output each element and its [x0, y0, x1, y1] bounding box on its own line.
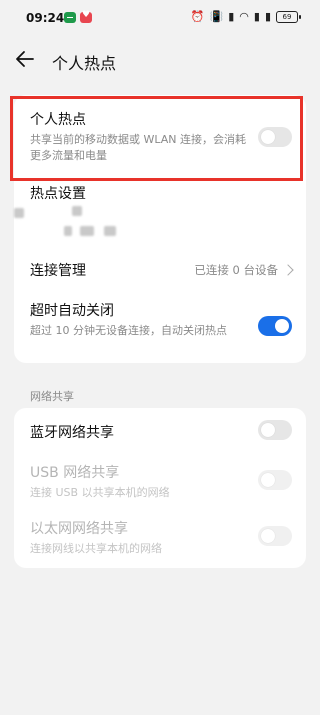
hotspot-settings-title: 热点设置 — [30, 186, 86, 202]
bluetooth-sharing-row[interactable]: 蓝牙网络共享 — [30, 422, 292, 442]
wifi-icon: ◠ — [239, 10, 249, 23]
page-title: 个人热点 — [52, 54, 117, 73]
usb-sharing-title: USB 网络共享 — [30, 465, 120, 481]
ethernet-sharing-subtitle: 连接网线以共享本机的网络 — [30, 542, 162, 555]
blurred-hotspot-password — [80, 226, 94, 236]
highlight-annotation — [10, 96, 303, 181]
bluetooth-sharing-title: 蓝牙网络共享 — [30, 425, 114, 441]
auto-off-row[interactable]: 超时自动关闭 超过 10 分钟无设备连接，自动关闭热点 — [30, 300, 292, 339]
toggle-knob — [261, 529, 275, 543]
blurred-hotspot-name — [72, 206, 82, 216]
toggle-knob — [275, 319, 289, 333]
back-arrow-icon[interactable] — [14, 48, 36, 70]
notification-app-icon — [80, 10, 92, 23]
blurred-hotspot-name — [14, 208, 24, 218]
auto-off-title: 超时自动关闭 — [30, 303, 114, 319]
signal-icon: ▮ — [228, 10, 235, 23]
auto-off-toggle[interactable] — [258, 316, 292, 336]
chevron-right-icon — [282, 264, 294, 276]
vibrate-icon: 📳 — [209, 10, 224, 23]
usb-sharing-toggle[interactable] — [258, 470, 292, 490]
usb-sharing-subtitle: 连接 USB 以共享本机的网络 — [30, 486, 170, 499]
auto-off-subtitle: 超过 10 分钟无设备连接，自动关闭热点 — [30, 324, 227, 337]
hotspot-settings-row[interactable]: 热点设置 — [30, 183, 292, 203]
connected-devices-count: 已连接 0 台设备 — [194, 263, 278, 277]
status-bar: 09:24 ⏰ 📳 ▮ ◠ ▮ ▮ 69 — [0, 0, 320, 36]
status-time: 09:24 — [26, 11, 65, 25]
header: 个人热点 — [0, 44, 320, 78]
connection-management-value: 已连接 0 台设备 — [194, 262, 294, 278]
message-app-icon — [64, 12, 76, 23]
network-sharing-section-title: 网络共享 — [30, 390, 74, 403]
toggle-knob — [261, 473, 275, 487]
blurred-hotspot-password — [104, 226, 116, 236]
status-icons: ⏰ 📳 ▮ ◠ ▮ ▮ 69 — [190, 10, 301, 23]
network-sharing-card: 蓝牙网络共享 USB 网络共享 连接 USB 以共享本机的网络 以太网网络共享 … — [14, 408, 306, 568]
battery-icon: 69 — [276, 10, 301, 23]
ethernet-sharing-title: 以太网网络共享 — [30, 521, 128, 537]
alarm-icon: ⏰ — [190, 10, 205, 23]
blurred-hotspot-password — [64, 226, 72, 236]
toggle-knob — [261, 423, 275, 437]
signal-icon: ▮ — [253, 10, 260, 23]
ethernet-sharing-toggle[interactable] — [258, 526, 292, 546]
usb-sharing-row[interactable]: USB 网络共享 连接 USB 以共享本机的网络 — [30, 462, 292, 501]
signal-icon: ▮ — [264, 10, 271, 23]
ethernet-sharing-row[interactable]: 以太网网络共享 连接网线以共享本机的网络 — [30, 518, 292, 557]
bluetooth-sharing-toggle[interactable] — [258, 420, 292, 440]
